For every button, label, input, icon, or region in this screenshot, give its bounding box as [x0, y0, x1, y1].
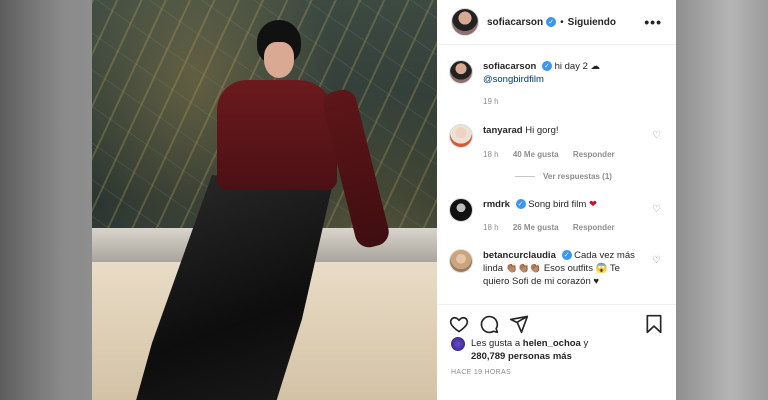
- author-avatar[interactable]: [451, 8, 479, 36]
- comment-body: Hi gorg!: [525, 125, 559, 136]
- comment-meta: 18 h 26 Me gusta Responder: [483, 223, 627, 232]
- comment-like-heart-icon[interactable]: ♡: [652, 255, 662, 266]
- comment-time[interactable]: 18 h: [483, 223, 499, 232]
- caption-meta: 19 h: [483, 97, 511, 106]
- comment-likes[interactable]: 40 Me gusta: [513, 150, 559, 159]
- comment-reply-button[interactable]: Responder: [573, 150, 615, 159]
- comment-username[interactable]: betancurclaudia: [483, 250, 556, 261]
- caption-mention-link[interactable]: @songbirdfilm: [483, 74, 544, 85]
- likes-text: Les gusta a helen_ochoa y 280,789 person…: [471, 337, 588, 363]
- caption-row: sofiacarson ✓ hi day 2 ☁ @songbirdfilm: [449, 60, 600, 86]
- comment-row: rmdrk ✓ Song bird film ❤: [449, 198, 597, 222]
- more-options-icon[interactable]: •••: [644, 14, 662, 30]
- commenter-avatar[interactable]: [449, 198, 473, 222]
- post-header: sofiacarson ✓ • Siguiendo •••: [437, 0, 676, 45]
- comment-text: rmdrk ✓ Song bird film ❤: [483, 198, 597, 222]
- comment-like-heart-icon[interactable]: ♡: [652, 204, 662, 215]
- comment-time[interactable]: 18 h: [483, 150, 499, 159]
- verified-badge-icon: ✓: [515, 199, 526, 210]
- commenter-avatar[interactable]: [449, 249, 473, 273]
- comment-reply-button[interactable]: Responder: [573, 223, 615, 232]
- likes-prefix: Les gusta a: [471, 338, 521, 349]
- caption-username[interactable]: sofiacarson: [483, 61, 536, 72]
- verified-badge-icon: ✓: [541, 61, 552, 72]
- author-username[interactable]: sofiacarson: [487, 17, 543, 28]
- comment-body: Song bird film: [528, 199, 587, 210]
- bookmark-icon[interactable]: [644, 314, 664, 334]
- comment-row: tanyarad Hi gorg!: [449, 124, 559, 148]
- post-timestamp[interactable]: HACE 19 HORAS: [451, 369, 511, 376]
- commenter-avatar[interactable]: [449, 124, 473, 148]
- action-bar: Les gusta a helen_ochoa y 280,789 person…: [437, 304, 676, 400]
- comment-text: betancurclaudia ✓ Cada vez más linda 👏🏽👏…: [483, 249, 639, 288]
- comment-like-heart-icon[interactable]: ♡: [652, 130, 662, 141]
- comment-meta: 18 h 40 Me gusta Responder: [483, 150, 627, 159]
- caption-time[interactable]: 19 h: [483, 97, 499, 106]
- action-icons: [449, 313, 664, 335]
- verified-badge-icon: ✓: [561, 250, 572, 261]
- comment-username[interactable]: rmdrk: [483, 199, 510, 210]
- share-icon[interactable]: [509, 314, 529, 334]
- liker-username[interactable]: helen_ochoa: [523, 338, 581, 349]
- caption-body: hi day 2 ☁: [554, 61, 601, 72]
- likes-connector: y: [583, 338, 589, 349]
- liker-avatar[interactable]: [451, 337, 465, 351]
- comment-row: betancurclaudia ✓ Cada vez más linda 👏🏽👏…: [449, 249, 639, 288]
- post-photo[interactable]: [92, 0, 437, 400]
- figure-jacket: [217, 80, 337, 190]
- comment-likes[interactable]: 26 Me gusta: [513, 223, 559, 232]
- figure-face: [264, 42, 294, 78]
- instagram-post: sofiacarson ✓ • Siguiendo ••• sofiacarso…: [92, 0, 676, 400]
- red-heart-icon: ❤: [588, 199, 597, 210]
- caption-text: sofiacarson ✓ hi day 2 ☁ @songbirdfilm: [483, 60, 600, 86]
- view-replies-button[interactable]: Ver respuestas (1): [515, 172, 612, 181]
- follow-status-button[interactable]: Siguiendo: [568, 17, 616, 28]
- separator: •: [560, 16, 564, 28]
- verified-badge-icon: ✓: [546, 17, 557, 27]
- background-right: [676, 0, 768, 400]
- comment-icon[interactable]: [479, 314, 499, 334]
- author-avatar[interactable]: [449, 60, 473, 84]
- comment-text: tanyarad Hi gorg!: [483, 124, 559, 148]
- likes-summary: Les gusta a helen_ochoa y 280,789 person…: [451, 337, 588, 363]
- heart-icon[interactable]: [449, 314, 469, 334]
- comment-username[interactable]: tanyarad: [483, 125, 523, 136]
- comments-section: sofiacarson ✓ hi day 2 ☁ @songbirdfilm 1…: [437, 46, 676, 304]
- likes-count[interactable]: 280,789 personas más: [471, 351, 572, 362]
